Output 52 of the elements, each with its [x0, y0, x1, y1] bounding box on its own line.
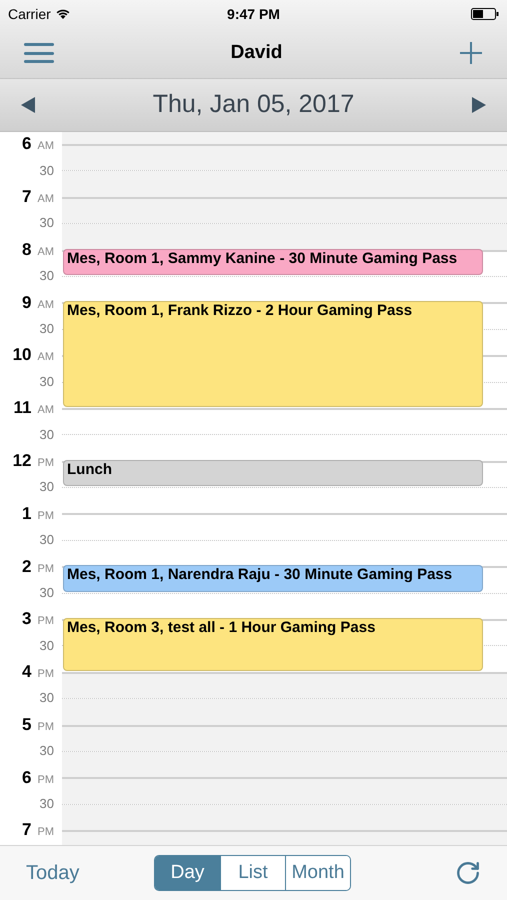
carrier-label: Carrier — [8, 4, 51, 24]
half-hour-label: 30 — [40, 584, 54, 602]
wifi-icon — [54, 8, 71, 20]
hour-label: 3 PM — [22, 608, 54, 630]
half-hour-label: 30 — [40, 214, 54, 232]
half-hour-label: 30 — [40, 162, 54, 180]
half-hour-label: 30 — [40, 742, 54, 760]
event-title: Mes, Room 1, Sammy Kanine - 30 Minute Gaming Pass — [67, 250, 458, 267]
calendar-event[interactable]: Mes, Room 1, Narendra Raju - 30 Minute Gaming Pass — [63, 565, 483, 592]
next-day-icon[interactable] — [470, 96, 487, 114]
today-button[interactable]: Today — [26, 858, 154, 888]
event-title: Lunch — [67, 460, 112, 478]
nav-title: David — [230, 40, 282, 65]
hour-label: 2 PM — [22, 556, 54, 578]
calendar-event[interactable]: Mes, Room 1, Sammy Kanine - 30 Minute Gaming Pass — [63, 248, 483, 275]
previous-day-icon[interactable] — [20, 96, 36, 114]
half-hour-label: 30 — [40, 795, 54, 814]
refresh-icon[interactable] — [455, 860, 481, 886]
hour-label: 11 AM — [14, 397, 54, 420]
hour-label: 10 AM — [12, 344, 54, 366]
status-time: 9:47 PM — [227, 4, 280, 24]
view-tab[interactable]: Month — [285, 856, 350, 890]
battery-icon — [470, 8, 499, 20]
half-hour-label: 30 — [40, 689, 54, 708]
add-icon[interactable] — [459, 41, 483, 65]
hour-label: 5 PM — [22, 714, 54, 736]
half-hour-label: 30 — [40, 478, 54, 496]
date-title: Thu, Jan 05, 2017 — [152, 89, 354, 120]
calendar-event[interactable]: Mes, Room 3, test all - 1 Hour Gaming Pass — [63, 618, 483, 671]
event-title: Mes, Room 1, Narendra Raju - 30 Minute Gaming Pass — [67, 566, 452, 584]
hour-label: 7 PM — [22, 819, 54, 842]
hour-label: 6 AM — [22, 133, 54, 156]
view-tab[interactable]: List — [220, 856, 285, 890]
hour-label: 12 PM — [12, 450, 54, 472]
half-hour-label: 30 — [40, 636, 54, 655]
hour-label: 9 AM — [22, 292, 54, 314]
view-tab[interactable]: Day — [155, 856, 220, 890]
hour-label: 8 AM — [22, 238, 54, 261]
half-hour-label: 30 — [40, 372, 54, 391]
event-title: Mes, Room 3, test all - 1 Hour Gaming Pass — [67, 619, 376, 636]
hour-label: 1 PM — [22, 502, 54, 525]
hour-label: 6 PM — [22, 766, 54, 789]
half-hour-label: 30 — [40, 426, 54, 444]
event-title: Mes, Room 1, Frank Rizzo - 2 Hour Gaming Pass — [67, 302, 412, 320]
half-hour-label: 30 — [40, 531, 54, 550]
calendar-event[interactable]: Lunch — [63, 460, 483, 486]
hour-label: 7 AM — [22, 186, 54, 208]
calendar-event[interactable]: Mes, Room 1, Frank Rizzo - 2 Hour Gaming Pass — [63, 301, 483, 407]
half-hour-label: 30 — [40, 267, 54, 286]
half-hour-label: 30 — [40, 320, 54, 338]
menu-button[interactable] — [24, 41, 54, 65]
hour-label: 4 PM — [22, 661, 54, 684]
